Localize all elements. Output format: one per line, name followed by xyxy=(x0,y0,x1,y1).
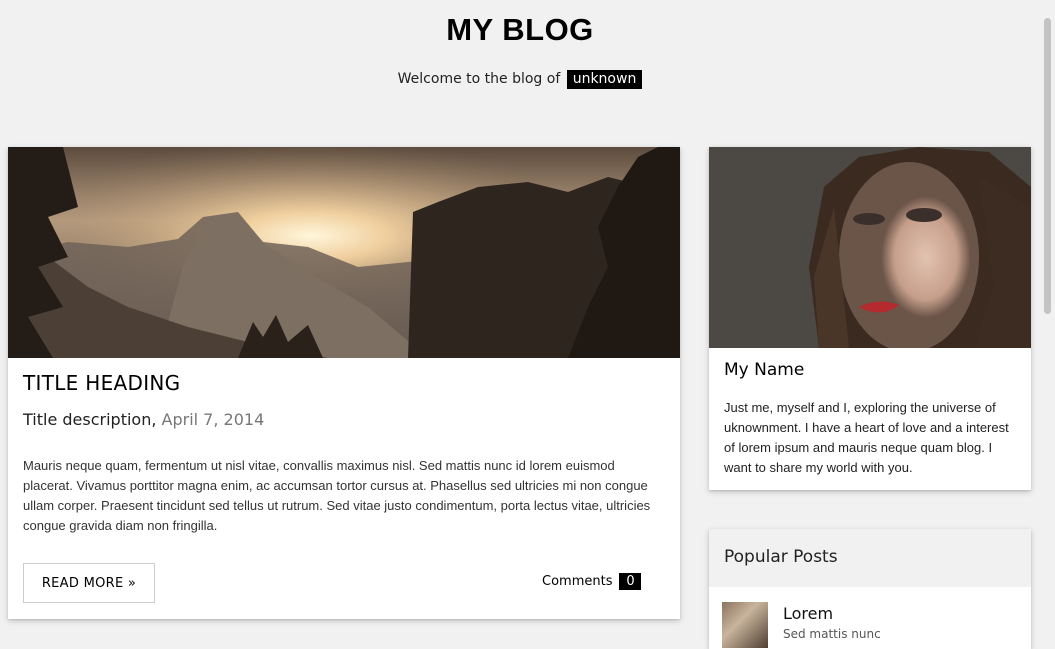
popular-posts-card: Popular Posts Lorem Sed mattis nunc xyxy=(709,529,1031,649)
profile-card: My Name Just me, myself and I, exploring… xyxy=(709,147,1031,490)
comments-label: Comments xyxy=(542,574,613,589)
post-card: TITLE HEADING Title description, April 7… xyxy=(8,147,680,619)
popular-post-thumbnail[interactable] xyxy=(722,602,768,648)
blog-title: MY BLOG xyxy=(446,12,594,47)
popular-post-title[interactable]: Lorem xyxy=(783,604,833,623)
page-scrollbar[interactable] xyxy=(1040,0,1055,635)
post-subtitle: Title description, April 7, 2014 xyxy=(23,410,264,429)
post-description: Title description, xyxy=(23,410,157,429)
landscape-icon xyxy=(8,147,680,358)
post-body: Mauris neque quam, fermentum ut nisl vit… xyxy=(23,458,651,533)
popular-post-subtitle: Sed mattis nunc xyxy=(783,627,881,641)
author-tag: unknown xyxy=(566,70,643,89)
popular-posts-heading: Popular Posts xyxy=(724,547,838,567)
read-more-button[interactable]: READ MORE » xyxy=(23,563,155,603)
portrait-icon xyxy=(709,147,1031,348)
blog-welcome: Welcome to the blog of unknown xyxy=(0,70,1040,89)
comments-count-badge: 0 xyxy=(619,573,642,590)
welcome-text: Welcome to the blog of xyxy=(397,71,561,87)
post-image xyxy=(8,147,680,358)
popular-posts-header: Popular Posts xyxy=(709,529,1031,587)
post-title: TITLE HEADING xyxy=(23,371,181,395)
profile-bio: Just me, myself and I, exploring the uni… xyxy=(724,400,1009,475)
profile-photo xyxy=(709,147,1031,348)
post-date: April 7, 2014 xyxy=(161,410,265,429)
profile-name: My Name xyxy=(724,360,805,380)
scrollbar-thumb[interactable] xyxy=(1044,18,1051,314)
comments[interactable]: Comments 0 xyxy=(542,573,642,590)
